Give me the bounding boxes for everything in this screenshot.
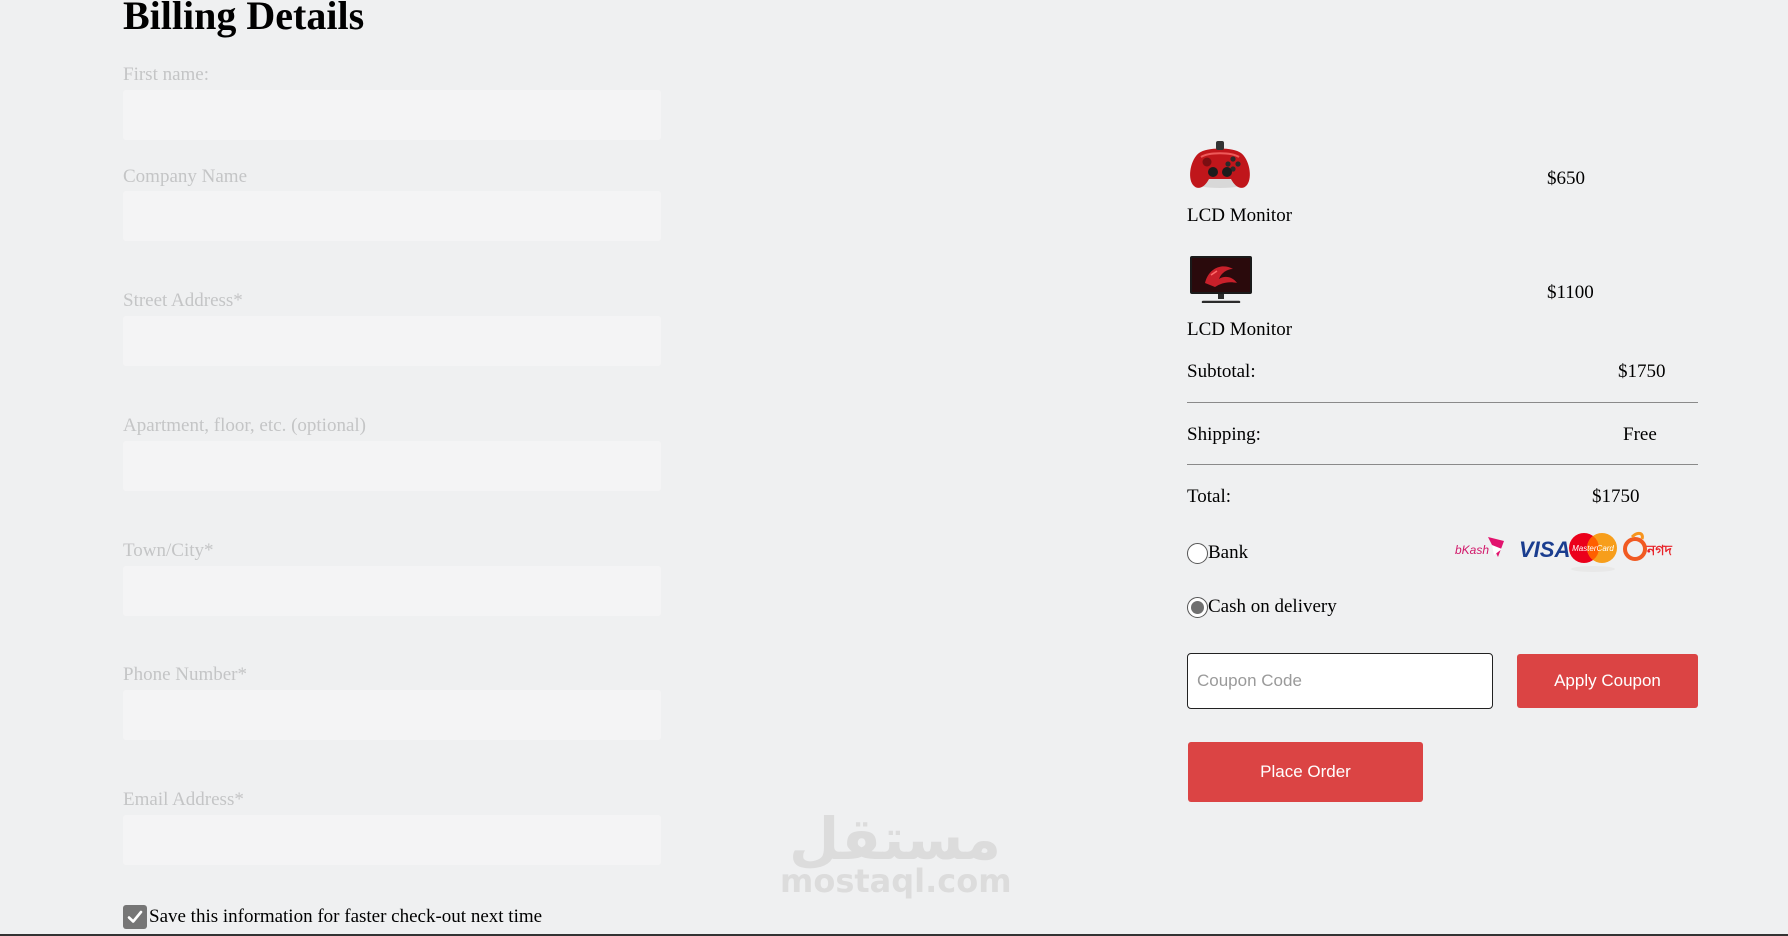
bkash-logo: bKash (1455, 537, 1504, 557)
summary-divider (1187, 402, 1698, 403)
subtotal-value: $1750 (1618, 361, 1666, 382)
mostaql-watermark: مستقل mostaql.com (780, 805, 1012, 900)
save-info-checkbox[interactable] (123, 905, 147, 929)
apply-coupon-button[interactable]: Apply Coupon (1517, 654, 1698, 708)
first-name-input[interactable] (123, 90, 661, 140)
phone-number-label: Phone Number* (123, 664, 248, 685)
checkmark-icon (127, 910, 143, 923)
total-value: $1750 (1592, 486, 1640, 507)
shipping-value: Free (1623, 424, 1657, 445)
item-1-price: $650 (1547, 168, 1585, 189)
phone-number-input[interactable] (123, 690, 661, 740)
red-gamepad-icon (1187, 137, 1253, 200)
bank-label: Bank (1208, 542, 1249, 563)
town-city-input[interactable] (123, 566, 661, 616)
payment-logos: bKash VISA MasterCard নগদ (1452, 527, 1692, 577)
coupon-code-input[interactable] (1187, 653, 1493, 709)
street-address-input[interactable] (123, 316, 661, 366)
town-city-label: Town/City* (123, 540, 214, 561)
email-address-input[interactable] (123, 815, 661, 865)
visa-logo: VISA (1519, 537, 1570, 562)
nagad-logo: নগদ (1623, 531, 1673, 561)
apartment-input[interactable] (123, 441, 661, 491)
mastercard-logo: MasterCard (1569, 533, 1617, 572)
total-label: Total: (1187, 486, 1232, 507)
monitor-icon (1189, 255, 1253, 308)
save-info-row: Save this information for faster check-o… (123, 905, 542, 929)
subtotal-label: Subtotal: (1187, 361, 1256, 382)
item-1-name: LCD Monitor (1187, 205, 1293, 226)
svg-text:bKash: bKash (1455, 543, 1489, 557)
item-2-price: $1100 (1547, 282, 1594, 303)
company-name-label: Company Name (123, 166, 248, 187)
company-name-input[interactable] (123, 191, 661, 241)
payment-option-cash-on-delivery[interactable]: Cash on delivery (1187, 596, 1337, 618)
bank-radio[interactable] (1187, 542, 1208, 564)
summary-divider (1187, 464, 1698, 465)
shipping-label: Shipping: (1187, 424, 1261, 445)
cash-on-delivery-label: Cash on delivery (1208, 596, 1337, 617)
cash-on-delivery-radio[interactable] (1187, 596, 1208, 618)
svg-text:MasterCard: MasterCard (1572, 544, 1614, 553)
street-address-label: Street Address* (123, 290, 243, 311)
apartment-label: Apartment, floor, etc. (optional) (123, 415, 366, 436)
svg-text:নগদ: নগদ (1646, 543, 1673, 559)
svg-text:VISA: VISA (1519, 537, 1570, 562)
watermark-arabic-text: مستقل (788, 805, 1002, 873)
watermark-latin-text: mostaql.com (780, 862, 1012, 900)
radio-selected-dot (1191, 600, 1204, 614)
place-order-button[interactable]: Place Order (1188, 742, 1423, 802)
payment-option-bank[interactable]: Bank (1187, 542, 1248, 564)
page-title: Billing Details (123, 0, 365, 38)
save-info-label: Save this information for faster check-o… (149, 906, 543, 927)
first-name-label: First name: (123, 64, 210, 85)
email-address-label: Email Address* (123, 789, 244, 810)
item-2-name: LCD Monitor (1187, 319, 1293, 340)
